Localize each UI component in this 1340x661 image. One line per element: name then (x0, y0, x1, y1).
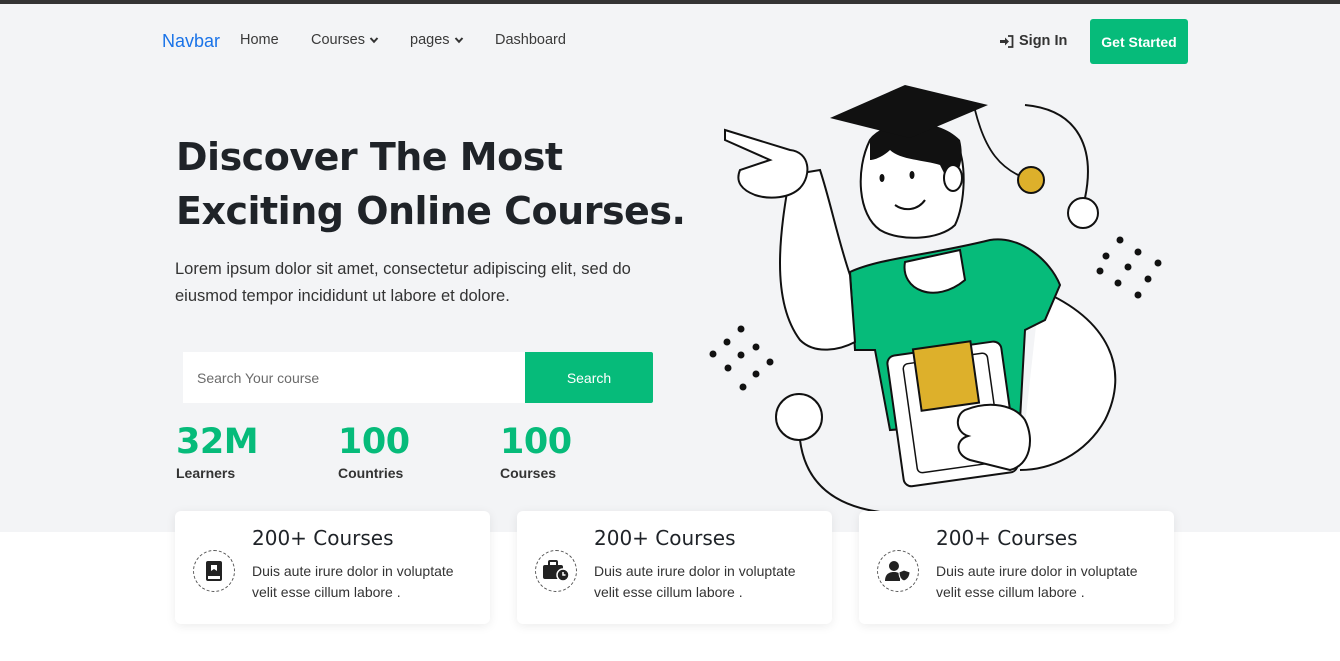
feature-icon-circle (535, 550, 577, 592)
sign-in-label: Sign In (1019, 33, 1068, 49)
chevron-down-icon (369, 37, 379, 44)
feature-card: 200+ Courses Duis aute irure dolor in vo… (859, 511, 1174, 624)
nav-pages-dropdown[interactable]: pages (410, 32, 464, 48)
book-icon (206, 561, 222, 581)
course-search-form: Search (183, 352, 653, 403)
feature-title: 200+ Courses (936, 526, 1078, 550)
nav-courses-dropdown[interactable]: Courses (311, 32, 379, 48)
user-shield-icon (885, 561, 911, 582)
briefcase-clock-icon (543, 560, 570, 582)
stat-countries: 100 Countries (338, 420, 410, 481)
hero-title-line1: Discover The Most (176, 135, 563, 179)
hero-title-line2: Exciting Online Courses. (176, 189, 686, 233)
sign-in-icon (1000, 34, 1014, 48)
get-started-button[interactable]: Get Started (1090, 19, 1188, 64)
hero-title: Discover The Most Exciting Online Course… (176, 130, 696, 238)
stat-value: 100 (500, 422, 572, 462)
feature-card: 200+ Courses Duis aute irure dolor in vo… (175, 511, 490, 624)
chevron-down-icon (454, 37, 463, 44)
course-search-input[interactable] (183, 352, 525, 403)
feature-title: 200+ Courses (594, 526, 736, 550)
stat-label: Courses (500, 465, 557, 481)
nav-home[interactable]: Home (240, 32, 279, 48)
stat-learners: 32M Learners (176, 420, 259, 481)
hero-description: Lorem ipsum dolor sit amet, consectetur … (175, 260, 631, 305)
feature-text: Duis aute irure dolor in voluptate velit… (252, 563, 454, 600)
feature-title: 200+ Courses (252, 526, 394, 550)
feature-card: 200+ Courses Duis aute irure dolor in vo… (517, 511, 832, 624)
nav-dashboard-label: Dashboard (495, 32, 566, 48)
student-illustration (709, 85, 1162, 513)
feature-text: Duis aute irure dolor in voluptate velit… (594, 563, 796, 600)
stat-label: Countries (338, 465, 404, 481)
nav-dashboard[interactable]: Dashboard (495, 32, 566, 48)
stat-value: 32M (176, 422, 259, 462)
navbar-brand[interactable]: Navbar (162, 31, 220, 52)
stat-courses: 100 Courses (500, 420, 572, 481)
nav-home-label: Home (240, 32, 279, 48)
feature-icon-circle (877, 550, 919, 592)
nav-pages-label: pages (410, 32, 450, 48)
search-button[interactable]: Search (525, 352, 653, 403)
feature-text: Duis aute irure dolor in voluptate velit… (936, 563, 1138, 600)
sign-in-link[interactable]: Sign In (1000, 33, 1067, 49)
stat-label: Learners (176, 465, 236, 481)
stat-value: 100 (338, 422, 410, 462)
nav-courses-label: Courses (311, 32, 365, 48)
feature-icon-circle (193, 550, 235, 592)
